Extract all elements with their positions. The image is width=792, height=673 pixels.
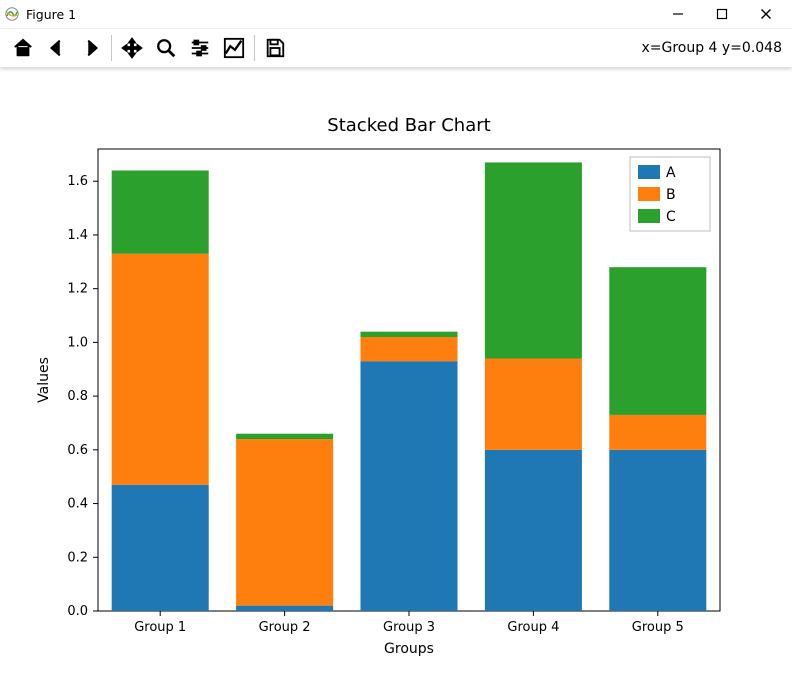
bar-segment: [112, 170, 209, 253]
legend-swatch: [638, 165, 660, 179]
bar-segment: [360, 332, 457, 337]
legend-label: C: [666, 209, 676, 225]
y-tick-label: 0.8: [67, 389, 88, 404]
x-tick-label: Group 1: [134, 620, 186, 635]
matplotlib-toolbar: x=Group 4 y=0.048: [0, 29, 792, 67]
bar-segment: [485, 162, 582, 358]
bar-segment: [485, 359, 582, 450]
edit-axes-button[interactable]: [217, 33, 251, 63]
chart-title: Stacked Bar Chart: [327, 115, 490, 136]
close-button[interactable]: [744, 1, 788, 27]
app-icon: [4, 6, 20, 22]
y-tick-label: 1.6: [67, 174, 88, 189]
x-tick-label: Group 4: [507, 620, 559, 635]
zoom-button[interactable]: [149, 33, 183, 63]
bar-segment: [609, 267, 706, 415]
bar-segment: [609, 450, 706, 611]
legend-swatch: [638, 187, 660, 201]
bar-segment: [236, 434, 333, 439]
y-tick-label: 0.6: [67, 443, 88, 458]
minimize-button[interactable]: [656, 1, 700, 27]
bar-segment: [609, 415, 706, 450]
bar-segment: [236, 439, 333, 606]
bar-segment: [360, 361, 457, 611]
bar-segment: [112, 254, 209, 485]
save-button[interactable]: [258, 33, 292, 63]
y-tick-label: 1.2: [67, 282, 88, 297]
y-tick-label: 0.4: [67, 497, 88, 512]
toolbar-separator: [254, 35, 255, 61]
legend-swatch: [638, 209, 660, 223]
legend-label: A: [666, 165, 676, 181]
back-button[interactable]: [40, 33, 74, 63]
maximize-button[interactable]: [700, 1, 744, 27]
figure-canvas[interactable]: 0.0 0.2 0.4 0.6 0.8 1.0 1.2 1.4 1.6 Group 1 Group …: [0, 67, 792, 673]
y-axis-label: Values: [36, 357, 52, 403]
bar-segment: [485, 450, 582, 611]
forward-button[interactable]: [74, 33, 108, 63]
pan-button[interactable]: [115, 33, 149, 63]
x-axis-label: Groups: [384, 641, 434, 657]
y-tick-label: 1.0: [67, 335, 88, 350]
bar-segment: [360, 337, 457, 361]
cursor-status: x=Group 4 y=0.048: [641, 40, 786, 56]
window-titlebar: Figure 1: [0, 0, 792, 29]
toolbar-separator: [111, 35, 112, 61]
y-tick-label: 0.2: [67, 550, 88, 565]
x-tick-label: Group 2: [259, 620, 311, 635]
home-button[interactable]: [6, 33, 40, 63]
bar-segment: [236, 606, 333, 611]
bar-segment: [112, 485, 209, 611]
legend-label: B: [666, 187, 676, 203]
window-title: Figure 1: [26, 7, 76, 22]
y-tick-label: 1.4: [67, 228, 88, 243]
configure-subplots-button[interactable]: [183, 33, 217, 63]
x-tick-label: Group 5: [632, 620, 684, 635]
x-tick-label: Group 3: [383, 620, 435, 635]
y-tick-label: 0.0: [67, 604, 88, 619]
